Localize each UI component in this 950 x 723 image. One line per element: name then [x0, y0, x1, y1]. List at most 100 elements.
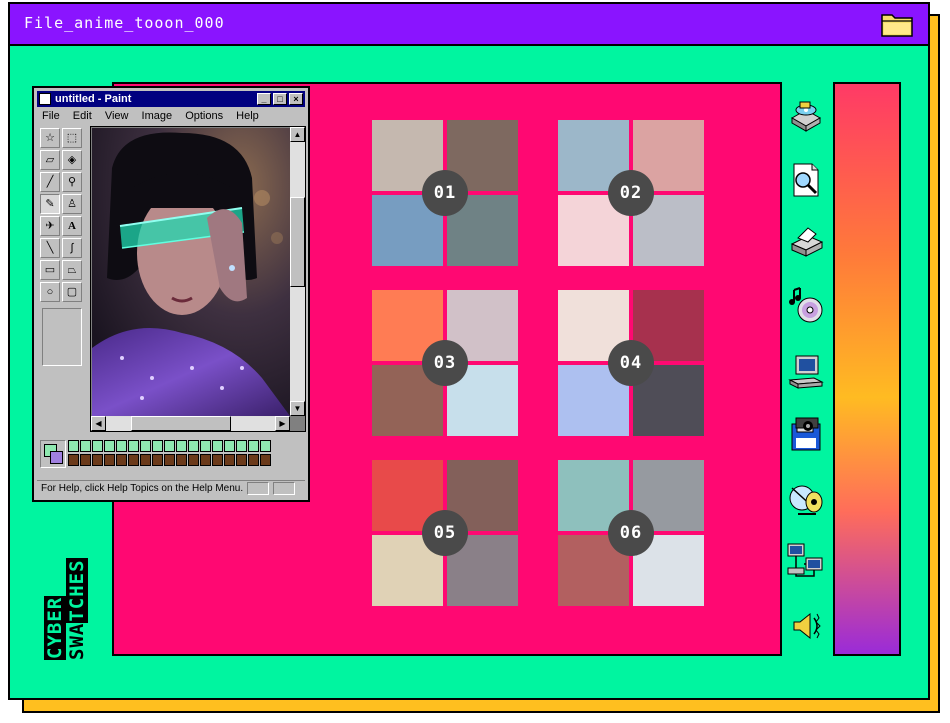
palette-color[interactable]	[104, 454, 115, 466]
palette-color[interactable]	[140, 440, 151, 452]
menu-image[interactable]: Image	[142, 110, 173, 122]
rounded-rect-icon[interactable]: ▢	[62, 282, 82, 302]
horizontal-scrollbar[interactable]: ◀ ▶	[91, 416, 290, 431]
polygon-icon[interactable]: ⏢	[62, 260, 82, 280]
palette-color[interactable]	[92, 454, 103, 466]
menu-file[interactable]: File	[42, 110, 60, 122]
palette-color[interactable]	[152, 454, 163, 466]
palette-color[interactable]	[140, 454, 151, 466]
satellite-dish-icon[interactable]	[786, 478, 826, 518]
menu-edit[interactable]: Edit	[73, 110, 92, 122]
text-tool-icon[interactable]: A	[62, 216, 82, 236]
palette-color[interactable]	[248, 440, 259, 452]
palette-color[interactable]	[212, 440, 223, 452]
vertical-scrollbar[interactable]: ▲ ▼	[290, 127, 305, 416]
label-swatches: SWATCHES	[66, 558, 88, 660]
speaker-icon[interactable]	[786, 606, 826, 646]
color-palette	[40, 438, 274, 472]
palette-color[interactable]	[80, 440, 91, 452]
cyber-swatches-label: CYBER SWATCHES	[44, 520, 88, 660]
network-icon[interactable]	[786, 542, 826, 582]
gradient-bar	[833, 82, 901, 656]
swatch-group-05[interactable]: 05	[372, 460, 518, 606]
disk-drive-icon[interactable]	[786, 96, 826, 136]
palette-color[interactable]	[260, 454, 271, 466]
rect-select-icon[interactable]: ⬚	[62, 128, 82, 148]
minimize-button[interactable]: _	[257, 93, 271, 105]
palette-color[interactable]	[200, 440, 211, 452]
title-bar[interactable]: File_anime_tooon_000	[10, 4, 928, 46]
palette-color[interactable]	[188, 454, 199, 466]
paint-menu-bar: File Edit View Image Options Help	[42, 110, 269, 124]
swatch-number-badge: 06	[608, 510, 654, 556]
horizontal-scroll-thumb[interactable]	[131, 416, 231, 431]
airbrush-icon[interactable]: ✈	[40, 216, 60, 236]
paint-toolbox: ☆ ⬚ ▱ ◈ ╱ ⚲ ✎ ♙ ✈ A ╲ ∫ ▭ ⏢ ○ ▢	[40, 128, 84, 306]
swatch-group-02[interactable]: 02	[558, 120, 704, 266]
palette-color[interactable]	[152, 440, 163, 452]
palette-color[interactable]	[128, 454, 139, 466]
window-title: File_anime_tooon_000	[24, 14, 225, 32]
palette-color[interactable]	[128, 440, 139, 452]
palette-color[interactable]	[68, 440, 79, 452]
scroll-down-icon[interactable]: ▼	[290, 401, 305, 416]
menu-options[interactable]: Options	[185, 110, 223, 122]
palette-color[interactable]	[224, 454, 235, 466]
pencil-icon[interactable]: ✎	[40, 194, 60, 214]
ellipse-icon[interactable]: ○	[40, 282, 60, 302]
palette-color[interactable]	[164, 454, 175, 466]
printer-icon[interactable]	[786, 222, 826, 262]
palette-color[interactable]	[104, 440, 115, 452]
menu-view[interactable]: View	[105, 110, 129, 122]
tool-options-box[interactable]	[42, 308, 82, 366]
swatch-group-06[interactable]: 06	[558, 460, 704, 606]
palette-color[interactable]	[260, 440, 271, 452]
palette-color[interactable]	[176, 440, 187, 452]
find-file-icon[interactable]	[786, 160, 826, 200]
scroll-left-icon[interactable]: ◀	[91, 416, 106, 431]
status-position-icon	[247, 482, 269, 495]
line-icon[interactable]: ╲	[40, 238, 60, 258]
palette-color[interactable]	[200, 454, 211, 466]
palette-color[interactable]	[164, 440, 175, 452]
palette-color[interactable]	[248, 454, 259, 466]
computer-icon[interactable]	[786, 352, 826, 392]
paint-title-bar[interactable]: untitled - Paint _ □ ×	[37, 91, 305, 107]
swatch-group-04[interactable]: 04	[558, 290, 704, 436]
palette-color[interactable]	[116, 440, 127, 452]
scroll-right-icon[interactable]: ▶	[275, 416, 290, 431]
menu-help[interactable]: Help	[236, 110, 259, 122]
palette-color[interactable]	[80, 454, 91, 466]
palette-color[interactable]	[236, 440, 247, 452]
palette-color[interactable]	[116, 454, 127, 466]
swatch-group-01[interactable]: 01	[372, 120, 518, 266]
folder-icon[interactable]	[880, 9, 914, 39]
palette-color[interactable]	[68, 454, 79, 466]
palette-color[interactable]	[176, 454, 187, 466]
fill-bucket-icon[interactable]: ◈	[62, 150, 82, 170]
palette-color[interactable]	[236, 454, 247, 466]
rectangle-icon[interactable]: ▭	[40, 260, 60, 280]
eraser-icon[interactable]: ▱	[40, 150, 60, 170]
camera-disk-icon[interactable]	[786, 414, 826, 454]
palette-color[interactable]	[188, 440, 199, 452]
free-select-icon[interactable]: ☆	[40, 128, 60, 148]
label-cyber: CYBER	[44, 595, 66, 660]
paint-window[interactable]: untitled - Paint _ □ × File Edit View Im…	[32, 86, 310, 502]
canvas-photo[interactable]	[92, 128, 290, 416]
close-button[interactable]: ×	[289, 93, 303, 105]
maximize-button[interactable]: □	[273, 93, 287, 105]
vertical-scroll-thumb[interactable]	[290, 197, 305, 287]
brush-icon[interactable]: ♙	[62, 194, 82, 214]
current-colors[interactable]	[40, 440, 66, 468]
scroll-up-icon[interactable]: ▲	[290, 127, 305, 142]
palette-color[interactable]	[224, 440, 235, 452]
media-cd-icon[interactable]	[786, 286, 826, 326]
palette-color[interactable]	[212, 454, 223, 466]
color-picker-icon[interactable]: ╱	[40, 172, 60, 192]
swatch-group-03[interactable]: 03	[372, 290, 518, 436]
palette-color[interactable]	[92, 440, 103, 452]
curve-icon[interactable]: ∫	[62, 238, 82, 258]
magnifier-icon[interactable]: ⚲	[62, 172, 82, 192]
label-line-1: CYBER	[44, 520, 66, 660]
